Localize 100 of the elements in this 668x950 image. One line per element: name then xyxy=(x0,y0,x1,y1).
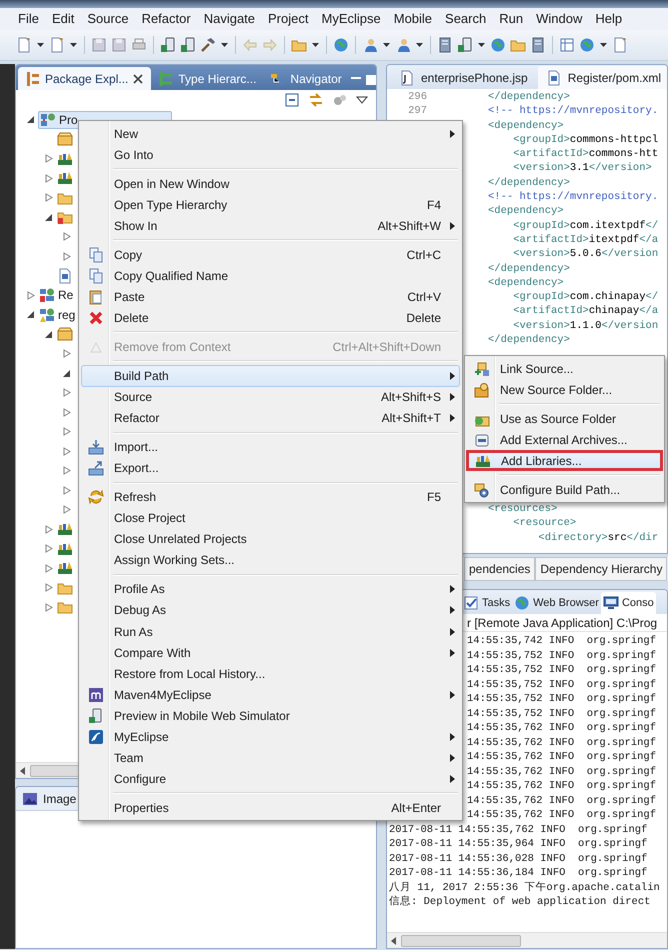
menu-item[interactable]: Copy Ctrl+C xyxy=(81,244,460,266)
console-line: 2017-08-11 14:55:36,028 INFO org.springf xyxy=(389,852,648,866)
menu-item[interactable]: Refresh F5 xyxy=(81,486,460,508)
editor-page-tab[interactable]: pendencies xyxy=(464,557,536,581)
phone-icon[interactable] xyxy=(180,37,196,53)
expander-icon[interactable] xyxy=(62,368,71,378)
editor-page-tab[interactable]: Dependency Hierarchy xyxy=(535,557,668,581)
menu-item[interactable]: Window xyxy=(536,9,582,29)
code-line: <directory>src</dir xyxy=(537,530,658,545)
scroll-left-icon[interactable] xyxy=(391,936,397,944)
console-line: 14:55:35,752 INFO org.springf xyxy=(467,678,656,692)
expander-icon[interactable] xyxy=(26,115,35,124)
code-line: <groupId>com.chinapay</ xyxy=(512,290,658,304)
menu-item[interactable]: Configure Build Path... xyxy=(467,479,662,500)
menu-item[interactable]: Assign Working Sets... xyxy=(81,550,460,571)
scroll-left-icon[interactable] xyxy=(20,766,26,774)
view-tab[interactable]: Navigator xyxy=(263,67,349,90)
phone-icon[interactable] xyxy=(457,37,473,53)
menu-item[interactable]: Import... xyxy=(81,436,460,458)
horizontal-scrollbar[interactable] xyxy=(387,932,667,948)
globe-icon[interactable] xyxy=(333,37,349,53)
menu-item[interactable]: Delete Delete xyxy=(81,307,460,328)
submenu-arrow-icon xyxy=(450,372,454,380)
menu-item[interactable]: Mobile xyxy=(394,9,432,29)
menu-item[interactable]: Open in New Window xyxy=(81,173,460,194)
menu-item[interactable]: Edit xyxy=(52,9,74,29)
books-icon xyxy=(57,540,73,557)
menu-item[interactable]: File xyxy=(18,9,39,29)
menu-item[interactable]: MyEclipse xyxy=(81,726,460,748)
menu-item[interactable]: Close Unrelated Projects xyxy=(81,528,460,550)
person-icon[interactable] xyxy=(395,37,411,53)
menu-item[interactable]: Project xyxy=(268,9,308,29)
view-tab[interactable]: Package Expl... xyxy=(18,67,152,90)
file-icon xyxy=(399,70,415,86)
menu-item[interactable]: MyEclipse xyxy=(321,9,381,29)
expander-icon[interactable] xyxy=(44,212,53,222)
menu-item[interactable]: Restore from Local History... xyxy=(81,663,460,684)
view-tab[interactable]: Web Browser xyxy=(512,592,601,614)
submenu-arrow-icon xyxy=(450,648,454,657)
line-number: 296 xyxy=(407,90,427,104)
console-line: 14:55:35,752 INFO org.springf xyxy=(467,663,656,678)
person-icon[interactable] xyxy=(362,37,378,53)
menu-item[interactable]: Link Source... xyxy=(467,358,662,380)
tree-item-label[interactable]: reg xyxy=(58,306,76,324)
menu-item[interactable]: Run xyxy=(499,9,524,29)
menu-item[interactable]: Open Type Hierarchy F4 xyxy=(81,194,460,216)
menu-item[interactable]: Compare With xyxy=(81,642,460,664)
menu-item[interactable]: Refactor xyxy=(142,9,191,29)
menu-item[interactable]: Use as Source Folder xyxy=(467,408,662,430)
grid-icon[interactable] xyxy=(559,37,575,53)
view-tab[interactable]: Image xyxy=(43,790,76,808)
menu-item[interactable]: Go Into xyxy=(81,144,460,166)
menu-item[interactable]: Add External Archives... xyxy=(467,429,662,450)
menu-item[interactable]: Search xyxy=(445,9,486,29)
editor-tab[interactable]: Register/pom.xml xyxy=(538,66,667,89)
tray-arrow-icon xyxy=(88,439,104,456)
server-icon[interactable] xyxy=(437,37,453,53)
code-line: <resource> xyxy=(512,516,576,531)
menu-item[interactable]: Navigate xyxy=(204,9,256,29)
collapse-all-icon[interactable] xyxy=(284,92,300,108)
console-line: 14:55:35,762 INFO org.springf xyxy=(467,736,656,750)
menu-item[interactable]: Source xyxy=(87,9,129,29)
menu-item[interactable]: Team xyxy=(81,747,460,768)
menu-item[interactable]: Add Libraries... xyxy=(466,450,663,472)
submenu-arrow-icon xyxy=(450,774,454,783)
menu-item[interactable]: Refactor Alt+Shift+T xyxy=(81,408,460,429)
menu-item[interactable]: Copy Qualified Name xyxy=(81,265,460,286)
menu-item[interactable]: Paste Ctrl+V xyxy=(81,286,460,308)
link-arrows-icon[interactable] xyxy=(308,92,324,108)
package-icon xyxy=(57,326,73,342)
menu-item[interactable]: Help xyxy=(595,9,622,29)
menu-item[interactable]: Close Project xyxy=(81,508,460,529)
expander-icon[interactable] xyxy=(44,330,53,339)
view-tab[interactable]: Conso xyxy=(600,592,656,614)
close-icon[interactable] xyxy=(132,72,144,84)
menu-item[interactable]: Build Path xyxy=(81,365,460,387)
server-icon[interactable] xyxy=(530,37,546,53)
hammer-icon[interactable] xyxy=(200,37,216,53)
menu-item[interactable]: Configure xyxy=(81,768,460,790)
phone-icon[interactable] xyxy=(160,37,176,53)
menu-item[interactable]: Maven4MyEclipse xyxy=(81,684,460,706)
tree-item-label[interactable]: Re xyxy=(58,286,74,304)
editor-tab[interactable]: enterprisePhone.jsp xyxy=(391,66,536,89)
menu-item[interactable]: Preview in Mobile Web Simulator xyxy=(81,705,460,726)
menu-item[interactable]: Export... xyxy=(81,458,460,479)
view-tab[interactable]: Type Hierarc... xyxy=(151,67,264,90)
tree-item-label[interactable]: Pro xyxy=(59,110,78,129)
menu-item[interactable]: Properties Alt+Enter xyxy=(81,797,460,818)
package-icon xyxy=(57,131,73,148)
console-line: 14:55:35,762 INFO org.springf xyxy=(467,750,656,764)
console-line: 14:55:35,762 INFO org.springf xyxy=(467,764,656,779)
menu-item[interactable]: New Source Folder... xyxy=(467,379,662,400)
menu-item[interactable]: Show In Alt+Shift+W xyxy=(81,215,460,236)
console-line: 2017-08-11 14:55:35,762 INFO org.springf xyxy=(389,822,648,837)
scroll-thumb[interactable] xyxy=(401,934,521,946)
project-icon xyxy=(40,112,56,128)
disks-icon[interactable] xyxy=(332,92,348,108)
expander-icon[interactable] xyxy=(26,310,35,320)
menu-item[interactable]: Source Alt+Shift+S xyxy=(81,386,460,408)
menu-item[interactable]: Profile As xyxy=(81,578,460,600)
